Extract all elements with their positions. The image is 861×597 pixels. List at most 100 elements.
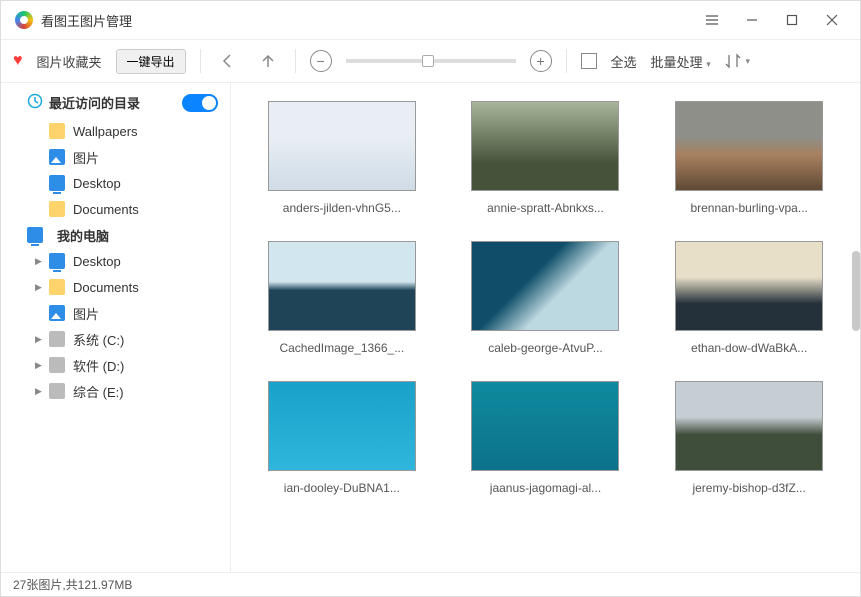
separator [200,49,201,73]
maximize-button[interactable] [772,4,812,36]
mypc-item-4[interactable]: ▶ 软件 (D:) [1,352,230,378]
screen-icon [49,175,65,191]
export-button[interactable]: 一键导出 [116,49,186,74]
select-all-label: 全选 [611,52,637,71]
recent-label: 最近访问的目录 [49,93,140,112]
thumbnail-item-0[interactable]: anders-jilden-vhnG5... [255,101,429,215]
thumbnail-image [268,381,416,471]
arrow-up-icon [260,53,276,69]
recent-item-3[interactable]: Documents [1,196,230,222]
thumbnail-label: caleb-george-AtvuP... [488,341,603,355]
arrow-left-icon [220,53,236,69]
thumbnail-item-4[interactable]: caleb-george-AtvuP... [459,241,633,355]
up-button[interactable] [255,48,281,74]
expand-arrow-icon[interactable]: ▶ [35,334,43,345]
mypc-item-3[interactable]: ▶ 系统 (C:) [1,326,230,352]
recent-item-1[interactable]: 图片 [1,144,230,170]
sort-icon [725,53,743,69]
thumbnail-label: CachedImage_1366_... [279,341,404,355]
thumbnail-label: brennan-burling-vpa... [690,201,807,215]
status-text: 27张图片,共121.97MB [13,576,132,593]
thumbnail-item-5[interactable]: ethan-dow-dWaBkA... [662,241,836,355]
thumbnail-image [268,241,416,331]
minus-icon: − [316,54,324,68]
separator [295,49,296,73]
mypc-item-5[interactable]: ▶综合 (E:) [1,378,230,404]
tree-item-label: 软件 (D:) [73,356,124,375]
mypc-label: 我的电脑 [57,226,109,245]
thumbnail-image [675,241,823,331]
thumbnail-item-2[interactable]: brennan-burling-vpa... [662,101,836,215]
recent-list: Wallpapers 图片 Desktop Documents [1,118,230,222]
image-icon [49,305,65,321]
minimize-icon [746,14,758,26]
zoom-slider[interactable] [346,59,516,63]
mypc-list: ▶ Desktop ▶ Documents 图片 ▶ 系统 (C:) ▶ 软件 (D:) ▶综合 … [1,248,230,404]
thumbnail-item-1[interactable]: annie-spratt-Abnkxs... [459,101,633,215]
tree-item-label: Wallpapers [73,124,138,139]
close-icon [826,14,838,26]
minimize-button[interactable] [732,4,772,36]
scrollbar-thumb[interactable] [852,251,860,331]
sidebar: 最近访问的目录 Wallpapers 图片 Desktop Documents 我的电… [1,83,231,572]
folder-icon [49,123,65,139]
mypc-item-0[interactable]: ▶ Desktop [1,248,230,274]
computer-icon [27,227,43,243]
close-button[interactable] [812,4,852,36]
favorites-label[interactable]: 图片收藏夹 [37,52,102,71]
thumbnail-label: jeremy-bishop-d3fZ... [692,481,805,495]
clock-icon [27,93,43,112]
thumbnail-image [471,381,619,471]
thumbnail-label: anders-jilden-vhnG5... [283,201,401,215]
thumbnail-item-6[interactable]: ian-dooley-DuBNA1... [255,381,429,495]
titlebar: 看图王图片管理 [1,1,860,39]
recent-item-2[interactable]: Desktop [1,170,230,196]
hamburger-icon [705,13,719,27]
thumbnail-item-7[interactable]: jaanus-jagomagi-al... [459,381,633,495]
disk-icon [49,357,65,373]
plus-icon: + [536,54,544,68]
tree-item-label: 系统 (C:) [73,330,124,349]
expand-arrow-icon[interactable]: ▶ [35,282,43,293]
batch-process-menu[interactable]: 批量处理 ▾ [651,52,711,71]
statusbar: 27张图片,共121.97MB [1,572,860,596]
select-all-checkbox[interactable] [581,53,597,69]
sort-button[interactable]: ▾ [725,48,751,74]
separator [566,49,567,73]
disk-icon [49,383,65,399]
thumbnail-item-8[interactable]: jeremy-bishop-d3fZ... [662,381,836,495]
zoom-in-button[interactable]: + [530,50,552,72]
thumbnail-grid: anders-jilden-vhnG5... annie-spratt-Abnkx… [255,101,836,495]
tree-item-label: Desktop [73,176,121,191]
maximize-icon [786,14,798,26]
folder-icon [49,201,65,217]
expand-arrow-icon[interactable]: ▶ [35,386,43,397]
thumbnail-label: ethan-dow-dWaBkA... [691,341,807,355]
tree-item-label: Documents [73,202,139,217]
recent-header: 最近访问的目录 [1,89,230,118]
expand-arrow-icon[interactable]: ▶ [35,256,43,267]
mypc-item-1[interactable]: ▶ Documents [1,274,230,300]
tree-item-label: 图片 [73,304,99,323]
tree-item-label: Desktop [73,254,121,269]
back-button[interactable] [215,48,241,74]
chevron-down-icon: ▾ [706,59,711,69]
zoom-out-button[interactable]: − [310,50,332,72]
recent-toggle[interactable] [182,94,218,112]
expand-arrow-icon[interactable]: ▶ [35,360,43,371]
content-area: anders-jilden-vhnG5... annie-spratt-Abnkx… [231,83,860,572]
thumbnail-item-3[interactable]: CachedImage_1366_... [255,241,429,355]
body: 最近访问的目录 Wallpapers 图片 Desktop Documents 我的电… [1,83,860,572]
thumbnail-image [268,101,416,191]
app-icon [15,11,33,29]
screen-icon [49,253,65,269]
menu-button[interactable] [692,4,732,36]
mypc-item-2[interactable]: 图片 [1,300,230,326]
thumbnail-image [471,241,619,331]
recent-item-0[interactable]: Wallpapers [1,118,230,144]
thumbnail-label: ian-dooley-DuBNA1... [284,481,400,495]
tree-item-label: Documents [73,280,139,295]
thumbnail-image [675,101,823,191]
slider-knob[interactable] [422,55,434,67]
chevron-down-icon: ▾ [745,56,750,67]
